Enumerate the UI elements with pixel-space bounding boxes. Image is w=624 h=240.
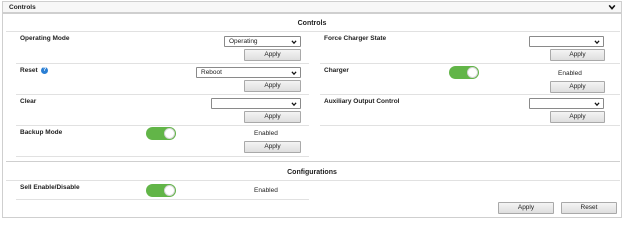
controls-header-title: Controls [9, 4, 36, 11]
divider [16, 156, 309, 157]
clear-select[interactable] [211, 98, 301, 109]
force-charger-state-label: Force Charger State [324, 35, 387, 42]
configurations-apply-button[interactable]: Apply [498, 202, 554, 214]
sell-enable-status: Enabled [254, 187, 278, 194]
reset-apply-button[interactable]: Apply [244, 80, 301, 92]
divider [16, 125, 309, 126]
controls-header-bar[interactable]: Controls [2, 1, 622, 13]
backup-mode-apply-button[interactable]: Apply [244, 141, 301, 153]
auxiliary-output-control-label: Auxiliary Output Control [324, 98, 400, 105]
toggle-knob [164, 185, 175, 196]
clear-label: Clear [20, 98, 37, 105]
divider [320, 63, 620, 64]
auxiliary-output-control-apply-button[interactable]: Apply [550, 111, 605, 123]
charger-apply-button[interactable]: Apply [550, 81, 605, 93]
backup-mode-toggle[interactable] [146, 127, 176, 140]
charger-toggle[interactable] [449, 66, 479, 79]
chevron-down-icon [291, 102, 297, 107]
chevron-down-icon [594, 40, 600, 45]
reset-select[interactable]: Reboot [196, 67, 301, 78]
chevron-down-icon [291, 40, 297, 45]
sell-enable-disable-label: Sell Enable/Disable [20, 184, 80, 191]
operating-mode-value: Operating [229, 38, 258, 45]
divider [16, 94, 309, 95]
divider [16, 199, 309, 200]
chevron-down-icon [291, 71, 297, 76]
toggle-knob [164, 128, 175, 139]
charger-status: Enabled [558, 70, 582, 77]
reset-value: Reboot [201, 69, 222, 76]
force-charger-state-select[interactable] [529, 36, 604, 47]
controls-panel: Controls Operating Mode Operating Apply … [2, 13, 622, 218]
chevron-down-icon [594, 102, 600, 107]
clear-apply-button[interactable]: Apply [244, 111, 301, 123]
backup-mode-label: Backup Mode [20, 129, 63, 136]
divider [6, 180, 620, 181]
chevron-down-icon[interactable] [608, 3, 616, 11]
configurations-reset-button[interactable]: Reset [561, 202, 617, 214]
help-icon[interactable]: ? [41, 67, 48, 74]
sell-enable-toggle[interactable] [146, 184, 176, 197]
divider [320, 94, 620, 95]
divider [6, 31, 620, 32]
operating-mode-select[interactable]: Operating [224, 36, 301, 47]
configurations-section-title: Configurations [287, 169, 337, 176]
toggle-knob [467, 67, 478, 78]
force-charger-state-apply-button[interactable]: Apply [550, 49, 605, 61]
operating-mode-apply-button[interactable]: Apply [244, 49, 301, 61]
controls-section-title: Controls [297, 20, 327, 27]
backup-mode-status: Enabled [254, 130, 278, 137]
reset-label: Reset [20, 67, 38, 74]
divider [320, 125, 620, 126]
operating-mode-label: Operating Mode [20, 35, 70, 42]
auxiliary-output-control-select[interactable] [529, 98, 604, 109]
divider [6, 161, 620, 162]
charger-label: Charger [324, 67, 349, 74]
divider [16, 63, 309, 64]
